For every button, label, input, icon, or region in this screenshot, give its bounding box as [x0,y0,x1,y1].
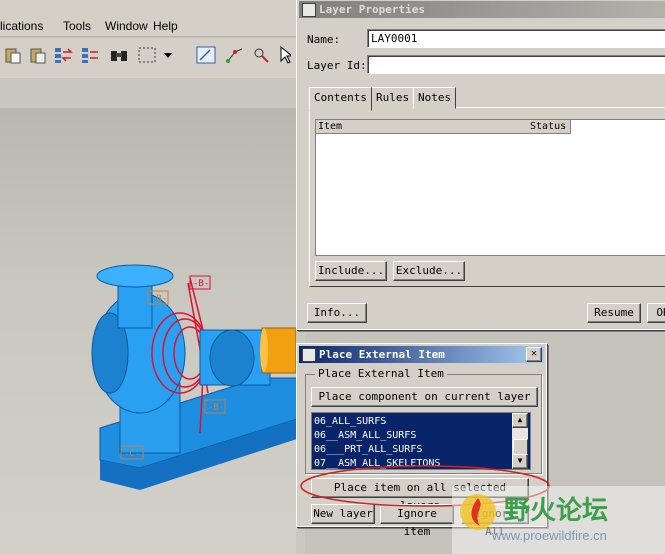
list-scrollbar[interactable]: ▲ ▼ [512,413,528,469]
analysis-icon[interactable] [251,44,273,66]
paste-special-icon[interactable] [27,44,49,66]
datum-icon[interactable] [224,44,246,66]
tab-contents[interactable]: Contents [309,87,372,111]
watermark-site-cn: 野火论坛 [504,496,609,526]
datum-label-c: -C- [124,449,140,459]
list-item[interactable]: 06_ALL_SURFS [314,415,386,428]
datum-label-b1: -B- [193,279,209,289]
include-button[interactable]: Include... [315,261,387,281]
layer-properties-titlebar[interactable]: Layer Properties [299,1,665,18]
column-status[interactable]: Status [528,120,571,134]
list-item[interactable]: 06__ASM_ALL_SURFS [314,429,416,442]
window-icon [302,3,316,17]
layer-properties-window: Layer Properties Name: LAY0001 Layer Id:… [296,0,665,330]
select-box-icon[interactable] [136,44,158,66]
dropdown-arrow-icon[interactable] [161,44,175,66]
paste-icon[interactable] [2,44,24,66]
watermark: 野火论坛 www.proewildfire.cn [452,486,665,554]
ok-button[interactable]: OK [647,303,665,323]
contents-list[interactable]: Item Status [315,119,665,256]
column-item[interactable]: Item [316,120,529,134]
name-label: Name: [307,33,341,46]
sketch-icon[interactable] [195,44,217,66]
cursor-icon[interactable] [278,44,292,66]
tab-notes[interactable]: Notes [413,87,457,109]
binoculars-icon[interactable] [108,44,130,66]
menu-help[interactable]: Help [153,19,178,33]
place-external-titlebar[interactable]: Place External Item [299,346,544,363]
menu-tools[interactable]: Tools [63,19,91,33]
name-field[interactable]: LAY0001 [367,29,665,48]
datum-label-b3: -B- [208,403,224,413]
close-icon[interactable]: ✕ [526,347,542,362]
app-title-strip [0,0,296,16]
toolbar [0,38,296,78]
datum-label-b2: -B- [151,294,167,304]
list-item[interactable]: 06___PRT_ALL_SURFS [314,443,422,456]
layer-id-field[interactable] [367,55,665,74]
menu-applications[interactable]: lications [0,19,43,33]
menu-bar: lications Tools Window Help [0,16,296,37]
window-icon [302,348,316,362]
layer-properties-title: Layer Properties [319,3,425,16]
scroll-up-icon[interactable]: ▲ [512,413,528,428]
regenerate-icon[interactable] [53,44,75,66]
model-viewport[interactable]: -B- -B- -B- -C- [0,108,296,554]
place-external-title: Place External Item [319,348,445,361]
menu-window[interactable]: Window [105,19,148,33]
toolbar-strip [0,78,296,108]
layer-id-label: Layer Id: [307,59,367,72]
scroll-thumb[interactable] [513,439,528,455]
tab-rules[interactable]: Rules [371,87,415,109]
regenerate-manager-icon[interactable] [80,44,102,66]
info-button[interactable]: Info... [307,303,367,323]
watermark-url: www.proewildfire.cn [492,528,607,543]
place-component-button[interactable]: Place component on current layer [311,387,538,407]
exclude-button[interactable]: Exclude... [393,261,465,281]
pump-model: -B- -B- -B- -C- [91,264,296,490]
group-label: Place External Item [315,367,447,380]
resume-button[interactable]: Resume [587,303,641,323]
